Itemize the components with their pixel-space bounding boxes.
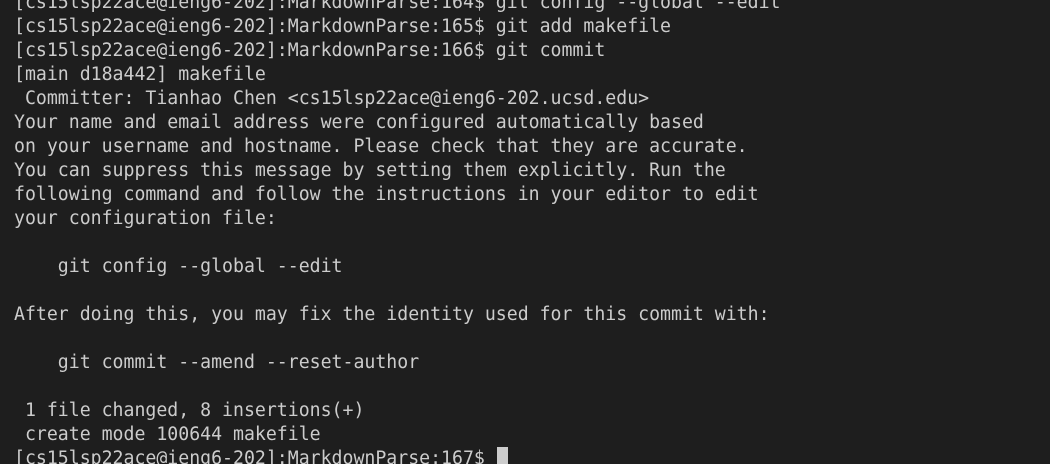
terminal-line: create mode 100644 makefile <box>14 424 321 445</box>
terminal-line: your configuration file: <box>14 208 277 229</box>
terminal-line: You can suppress this message by setting… <box>14 160 726 181</box>
terminal-line: After doing this, you may fix the identi… <box>14 304 770 325</box>
terminal-scrollbar[interactable] <box>1036 0 1050 464</box>
terminal-line: [cs15lsp22ace@ieng6-202]:MarkdownParse:1… <box>14 0 781 13</box>
terminal-line: Committer: Tianhao Chen <cs15lsp22ace@ie… <box>14 88 650 109</box>
terminal-line: [main d18a442] makefile <box>14 64 266 85</box>
terminal-line: git config --global --edit <box>14 256 343 277</box>
terminal-line: git commit --amend --reset-author <box>14 352 420 373</box>
terminal-window[interactable]: [cs15lsp22ace@ieng6-202]:MarkdownParse:1… <box>0 0 1050 464</box>
terminal-line: Your name and email address were configu… <box>14 112 704 133</box>
terminal-line: [cs15lsp22ace@ieng6-202]:MarkdownParse:1… <box>14 16 671 37</box>
terminal-prompt-line[interactable]: [cs15lsp22ace@ieng6-202]:MarkdownParse:1… <box>14 447 781 464</box>
terminal-line: 1 file changed, 8 insertions(+) <box>14 400 365 421</box>
terminal-line: on your username and hostname. Please ch… <box>14 136 748 157</box>
terminal-line: following command and follow the instruc… <box>14 184 759 205</box>
terminal-prompt: [cs15lsp22ace@ieng6-202]:MarkdownParse:1… <box>14 448 496 464</box>
terminal-output: [cs15lsp22ace@ieng6-202]:MarkdownParse:1… <box>14 0 781 464</box>
text-cursor <box>496 447 508 464</box>
terminal-line: [cs15lsp22ace@ieng6-202]:MarkdownParse:1… <box>14 40 606 61</box>
